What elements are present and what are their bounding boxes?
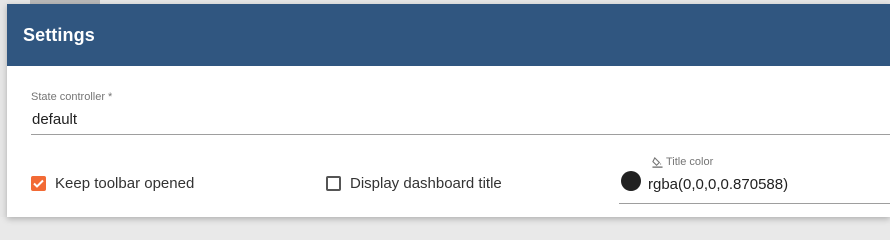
checkbox-checked-icon[interactable] (31, 176, 46, 191)
title-color-field[interactable]: Title color rgba(0,0,0,0.870588) (619, 154, 890, 204)
state-controller-field[interactable]: State controller * default (31, 88, 890, 135)
keep-toolbar-opened-checkbox[interactable]: Keep toolbar opened (31, 175, 194, 192)
dialog-header: Settings (7, 4, 890, 66)
dialog-title: Settings (23, 24, 95, 45)
state-controller-label: State controller * (31, 91, 113, 103)
display-dashboard-title-checkbox[interactable]: Display dashboard title (326, 175, 502, 192)
settings-dialog: Settings State controller * default Keep… (7, 4, 890, 217)
title-color-swatch[interactable] (621, 171, 641, 191)
checkbox-unchecked-icon[interactable] (326, 176, 341, 191)
keep-toolbar-opened-label[interactable]: Keep toolbar opened (55, 175, 194, 192)
title-color-label-row: Title color (652, 156, 713, 168)
title-color-input[interactable]: rgba(0,0,0,0.870588) (648, 176, 788, 193)
display-dashboard-title-label[interactable]: Display dashboard title (350, 175, 502, 192)
title-color-label: Title color (666, 156, 714, 168)
state-controller-input[interactable]: default (32, 111, 77, 128)
format-color-fill-icon (652, 156, 663, 168)
